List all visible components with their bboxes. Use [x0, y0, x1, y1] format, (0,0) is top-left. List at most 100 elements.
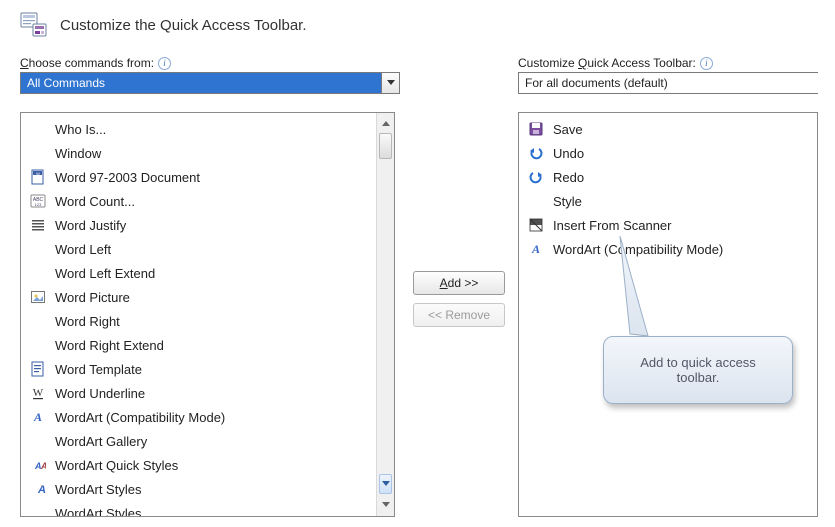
- choose-commands-label: Choose commands from: i: [20, 56, 400, 70]
- list-item[interactable]: W Word Underline: [21, 381, 394, 405]
- list-item[interactable]: Word Picture: [21, 285, 394, 309]
- list-item-label: Insert From Scanner: [553, 218, 811, 233]
- list-item-label: Word Justify: [55, 218, 370, 233]
- list-item-label: WordArt Styles: [55, 506, 370, 518]
- svg-text:A: A: [531, 242, 540, 256]
- list-item[interactable]: Word Left Extend: [21, 261, 394, 285]
- blank-icon: [29, 265, 47, 281]
- list-item-label: WordArt (Compatibility Mode): [553, 242, 811, 257]
- wa-styles-icon: AA: [29, 457, 47, 473]
- remove-button[interactable]: << Remove: [413, 303, 505, 327]
- list-item[interactable]: AAWordArt Quick Styles▶: [21, 453, 394, 477]
- list-item-label: Word Template: [55, 362, 370, 377]
- list-item[interactable]: Word Justify: [21, 213, 394, 237]
- undo-icon: [527, 145, 545, 161]
- wordart-icon: A: [29, 409, 47, 425]
- list-item[interactable]: WordArt Gallery: [21, 429, 394, 453]
- list-item[interactable]: Undo: [519, 141, 817, 165]
- list-item[interactable]: W Word 97-2003 Document: [21, 165, 394, 189]
- list-item-label: Save: [553, 122, 811, 137]
- list-item-label: Word Right: [55, 314, 370, 329]
- list-item-label: Style: [553, 194, 811, 209]
- blank-icon: [29, 313, 47, 329]
- callout-line: Add to quick access: [640, 355, 756, 370]
- list-item[interactable]: ABC123 Word Count...: [21, 189, 394, 213]
- customize-qat-combo[interactable]: For all documents (default): [518, 72, 818, 94]
- blank-icon: [29, 121, 47, 137]
- callout-tail: [618, 234, 678, 344]
- save-icon: [527, 121, 545, 137]
- scroll-thumb[interactable]: [379, 133, 392, 159]
- blank-icon: [29, 433, 47, 449]
- choose-commands-value: All Commands: [21, 73, 381, 93]
- list-item[interactable]: Word Template: [21, 357, 394, 381]
- blank-icon: [29, 505, 47, 517]
- scroll-up-icon[interactable]: [379, 115, 393, 133]
- list-item[interactable]: Save: [519, 117, 817, 141]
- svg-text:A: A: [40, 461, 46, 471]
- qat-customize-panel: Customize the Quick Access Toolbar. Choo…: [0, 0, 835, 527]
- scroll-down-icon[interactable]: [379, 496, 393, 514]
- list-item-label: Undo: [553, 146, 811, 161]
- underline-icon: W: [29, 385, 47, 401]
- list-item[interactable]: Word Right: [21, 309, 394, 333]
- doc97-icon: W: [29, 169, 47, 185]
- wa-styles2-icon: A: [29, 481, 47, 497]
- chevron-down-icon[interactable]: [381, 73, 399, 93]
- scanner-icon: [527, 217, 545, 233]
- redo-icon: [527, 169, 545, 185]
- list-item-label: Redo: [553, 170, 811, 185]
- list-item-label: Who Is...: [55, 122, 370, 137]
- help-icon[interactable]: i: [158, 57, 171, 70]
- customize-qat-label: Customize Quick Access Toolbar: i: [518, 56, 818, 70]
- list-item-label: Word Left Extend: [55, 266, 370, 281]
- list-item[interactable]: Word Left: [21, 237, 394, 261]
- list-item[interactable]: Word Right Extend: [21, 333, 394, 357]
- list-item[interactable]: AWordArt Styles▶: [21, 477, 394, 501]
- list-item-label: Word Count...: [55, 194, 370, 209]
- commands-column: Choose commands from: i All Commands Who…: [20, 56, 400, 517]
- list-item-label: WordArt (Compatibility Mode): [55, 410, 370, 425]
- help-icon[interactable]: i: [700, 57, 713, 70]
- blank-icon: [29, 337, 47, 353]
- scroll-page-down-icon[interactable]: [379, 474, 392, 494]
- list-item[interactable]: Who Is...: [21, 117, 394, 141]
- list-item-label: WordArt Styles: [55, 482, 370, 497]
- picture-icon: [29, 289, 47, 305]
- list-item-label: Word 97-2003 Document: [55, 170, 370, 185]
- qat-column: Customize Quick Access Toolbar: i For al…: [518, 56, 818, 517]
- choose-commands-combo[interactable]: All Commands: [20, 72, 400, 94]
- customize-qat-value: For all documents (default): [519, 73, 818, 93]
- svg-text:W: W: [36, 171, 40, 176]
- commands-listbox[interactable]: Who Is... Window▶ W Word 97-2003 Document AB…: [20, 112, 395, 517]
- list-item-label: Word Left: [55, 242, 370, 257]
- list-item[interactable]: AWordArt (Compatibility Mode)▶: [21, 405, 394, 429]
- list-item-label: WordArt Quick Styles: [55, 458, 370, 473]
- list-item-label: Word Right Extend: [55, 338, 370, 353]
- callout-bubble: Add to quick access toolbar.: [603, 336, 793, 404]
- list-item[interactable]: Style: [519, 189, 817, 213]
- wordart-icon: A: [527, 241, 545, 257]
- blank-icon: [527, 193, 545, 209]
- svg-text:123: 123: [35, 202, 42, 207]
- qat-header-icon: [20, 12, 48, 38]
- list-item-label: Word Picture: [55, 290, 370, 305]
- callout-line: toolbar.: [640, 370, 756, 385]
- blank-icon: [29, 241, 47, 257]
- list-item-label: Window: [55, 146, 370, 161]
- abc123-icon: ABC123: [29, 193, 47, 209]
- list-item-label: WordArt Gallery: [55, 434, 370, 449]
- header: Customize the Quick Access Toolbar.: [20, 12, 835, 38]
- list-item-label: Word Underline: [55, 386, 370, 401]
- scrollbar[interactable]: [376, 113, 394, 516]
- list-item[interactable]: Redo: [519, 165, 817, 189]
- svg-text:A: A: [33, 410, 42, 424]
- transfer-buttons: Add >> << Remove: [400, 56, 518, 517]
- list-item[interactable]: Window▶: [21, 141, 394, 165]
- add-button[interactable]: Add >>: [413, 271, 505, 295]
- list-item[interactable]: WordArt Styles▶: [21, 501, 394, 517]
- template-icon: [29, 361, 47, 377]
- justify-icon: [29, 217, 47, 233]
- svg-text:W: W: [33, 387, 44, 399]
- header-title: Customize the Quick Access Toolbar.: [60, 17, 307, 34]
